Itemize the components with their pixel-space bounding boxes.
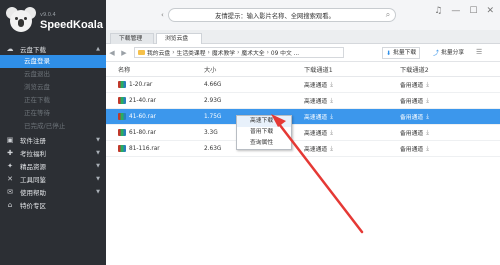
gift-icon: ✚: [7, 148, 13, 157]
table-row[interactable]: 61-80.rar 3.3G 高速通道 ⤓ 备用通道 ⤓: [106, 125, 500, 141]
chevron-up-icon: ▲: [96, 45, 100, 52]
download-arrow-icon: ⤓: [330, 144, 333, 152]
chevron-down-icon: ▼: [96, 188, 100, 195]
app-version: v9.0.4: [40, 11, 56, 18]
table-row[interactable]: 1-20.rar 4.66G 高速通道 ⤓ 备用通道 ⤓: [106, 77, 500, 93]
download-arrow-icon: ⤓: [330, 112, 333, 120]
search-icon[interactable]: ⌕: [381, 10, 395, 20]
sidebar-section-resources[interactable]: ✦ 精品资源 ▼: [0, 159, 106, 172]
chevron-down-icon: ▼: [96, 149, 100, 156]
batch-share-button[interactable]: ⤴ 批量分享: [430, 47, 467, 59]
sidebar-item-cloud-login[interactable]: 云盘登录: [0, 55, 106, 68]
high-speed-channel-link[interactable]: 高速通道 ⤓: [304, 144, 333, 154]
table-row-selected[interactable]: 41-60.rar 1.75G 高速通道 ⤓ 备用通道 ⤓: [106, 109, 500, 125]
path-bar: ◀ ▶ 我的云盘 › 生活类课程 › 魔术教学 › 魔术大全 › 09 中文 ... ⬇…: [106, 44, 500, 62]
table-row[interactable]: 21-40.rar 2.93G 高速通道 ⤓ 备用通道 ⤓: [106, 93, 500, 109]
rar-file-icon: [118, 97, 126, 104]
sidebar: v9.0.4 SpeedKoala ☁ 云盘下载 ▲ 云盘登录 云盘退出 浏览云…: [0, 0, 106, 265]
download-arrow-icon: ⤓: [330, 80, 333, 88]
table-header: 名称 大小 下载通道1 下载通道2: [106, 62, 500, 77]
backup-channel-link[interactable]: 备用通道 ⤓: [400, 80, 429, 90]
sidebar-section-tools[interactable]: ✕ 工具同鉴 ▼: [0, 172, 106, 185]
menu-item-high-speed-download[interactable]: 高速下载: [237, 116, 291, 127]
cloud-icon: ☁: [6, 44, 14, 53]
app-name: SpeedKoala: [40, 18, 103, 31]
column-size[interactable]: 大小: [202, 65, 302, 74]
folder-icon: [138, 50, 145, 55]
backup-channel-link[interactable]: 备用通道 ⤓: [400, 128, 429, 138]
sidebar-item-cloud-logout[interactable]: 云盘退出: [0, 68, 106, 81]
tools-icon: ✕: [7, 174, 13, 183]
download-arrow-icon: ⤓: [426, 128, 429, 136]
rar-file-icon: [118, 81, 126, 88]
sidebar-item-downloading[interactable]: 正在下载: [0, 94, 106, 107]
backup-channel-link[interactable]: 备用通道 ⤓: [400, 144, 429, 154]
rar-file-icon: [118, 113, 126, 120]
window-controls: ♫ — ☐ ✕: [434, 6, 494, 16]
column-channel-1[interactable]: 下载通道1: [302, 65, 398, 74]
high-speed-channel-link[interactable]: 高速通道 ⤓: [304, 112, 333, 122]
tab-download-manager[interactable]: 下载管理: [110, 33, 154, 44]
sidebar-item-completed[interactable]: 已完成/已停止: [0, 120, 106, 133]
column-channel-2[interactable]: 下载通道2: [398, 65, 498, 74]
download-arrow-icon: ⤓: [426, 80, 429, 88]
rar-file-icon: [118, 145, 126, 152]
high-speed-channel-link[interactable]: 高速通道 ⤓: [304, 128, 333, 138]
top-bar: ‹ 友情提示：输入影片名称、全网搜索观看。 ⌕ ♫ — ☐ ✕: [106, 0, 500, 30]
high-speed-channel-link[interactable]: 高速通道 ⤓: [304, 80, 333, 90]
chevron-down-icon: ▼: [96, 175, 100, 182]
nav-back-icon[interactable]: ◀: [106, 49, 118, 57]
share-icon: ⤴: [433, 49, 440, 57]
koala-logo-icon: [6, 6, 36, 36]
maximize-icon[interactable]: ☐: [469, 6, 477, 16]
tab-bar: 下载管理 浏览云盘: [106, 30, 500, 44]
context-menu: 高速下载 普用下载 查询属性: [236, 115, 292, 150]
help-icon: ✉: [7, 187, 13, 196]
register-icon: ▣: [6, 135, 14, 144]
search-input[interactable]: 友情提示：输入影片名称、全网搜索观看。: [169, 11, 381, 20]
download-arrow-icon: ⤓: [330, 96, 333, 104]
download-arrow-icon: ⤓: [426, 96, 429, 104]
rar-file-icon: [118, 129, 126, 136]
bell-icon[interactable]: ♫: [434, 6, 442, 16]
download-icon: ⬇: [386, 49, 392, 57]
column-name[interactable]: 名称: [106, 65, 202, 74]
backup-channel-link[interactable]: 备用通道 ⤓: [400, 112, 429, 122]
nav-forward-icon[interactable]: ▶: [118, 49, 130, 57]
sidebar-item-browse-cloud[interactable]: 浏览云盘: [0, 81, 106, 94]
chevron-down-icon: ▼: [96, 136, 100, 143]
brand: v9.0.4 SpeedKoala: [0, 0, 106, 42]
tab-browse-cloud[interactable]: 浏览云盘: [156, 33, 202, 44]
menu-item-normal-download[interactable]: 普用下载: [237, 127, 291, 138]
table-row[interactable]: 81-116.rar 2.63G 高速通道 ⤓ 备用通道 ⤓: [106, 141, 500, 157]
search-box[interactable]: ‹ 友情提示：输入影片名称、全网搜索观看。 ⌕: [161, 8, 396, 22]
minimize-icon[interactable]: —: [451, 6, 460, 16]
download-arrow-icon: ⤓: [426, 112, 429, 120]
back-icon[interactable]: ‹: [161, 11, 164, 19]
download-arrow-icon: ⤓: [330, 128, 333, 136]
star-icon: ✦: [7, 161, 13, 170]
sidebar-section-register[interactable]: ▣ 软件注册 ▼: [0, 133, 106, 146]
menu-item-properties[interactable]: 查询属性: [237, 138, 291, 149]
tag-icon: ⌂: [7, 200, 13, 209]
sidebar-section-cloud-download[interactable]: ☁ 云盘下载 ▲: [0, 42, 106, 55]
chevron-down-icon: ▼: [96, 162, 100, 169]
high-speed-channel-link[interactable]: 高速通道 ⤓: [304, 96, 333, 106]
breadcrumb[interactable]: 我的云盘 › 生活类课程 › 魔术教学 › 魔术大全 › 09 中文 ...: [134, 47, 344, 58]
download-arrow-icon: ⤓: [426, 144, 429, 152]
file-table: 名称 大小 下载通道1 下载通道2 1-20.rar 4.66G 高速通道 ⤓ 备…: [106, 62, 500, 157]
sidebar-item-waiting[interactable]: 正在等待: [0, 107, 106, 120]
sidebar-section-welfare[interactable]: ✚ 考拉福利 ▼: [0, 146, 106, 159]
batch-download-button[interactable]: ⬇ 批量下载: [382, 47, 421, 59]
close-icon[interactable]: ✕: [486, 6, 494, 16]
view-mode-icon[interactable]: ☰: [476, 48, 482, 56]
sidebar-section-specials[interactable]: ⌂ 特价专区: [0, 198, 106, 211]
sidebar-section-help[interactable]: ✉ 使用帮助 ▼: [0, 185, 106, 198]
backup-channel-link[interactable]: 备用通道 ⤓: [400, 96, 429, 106]
